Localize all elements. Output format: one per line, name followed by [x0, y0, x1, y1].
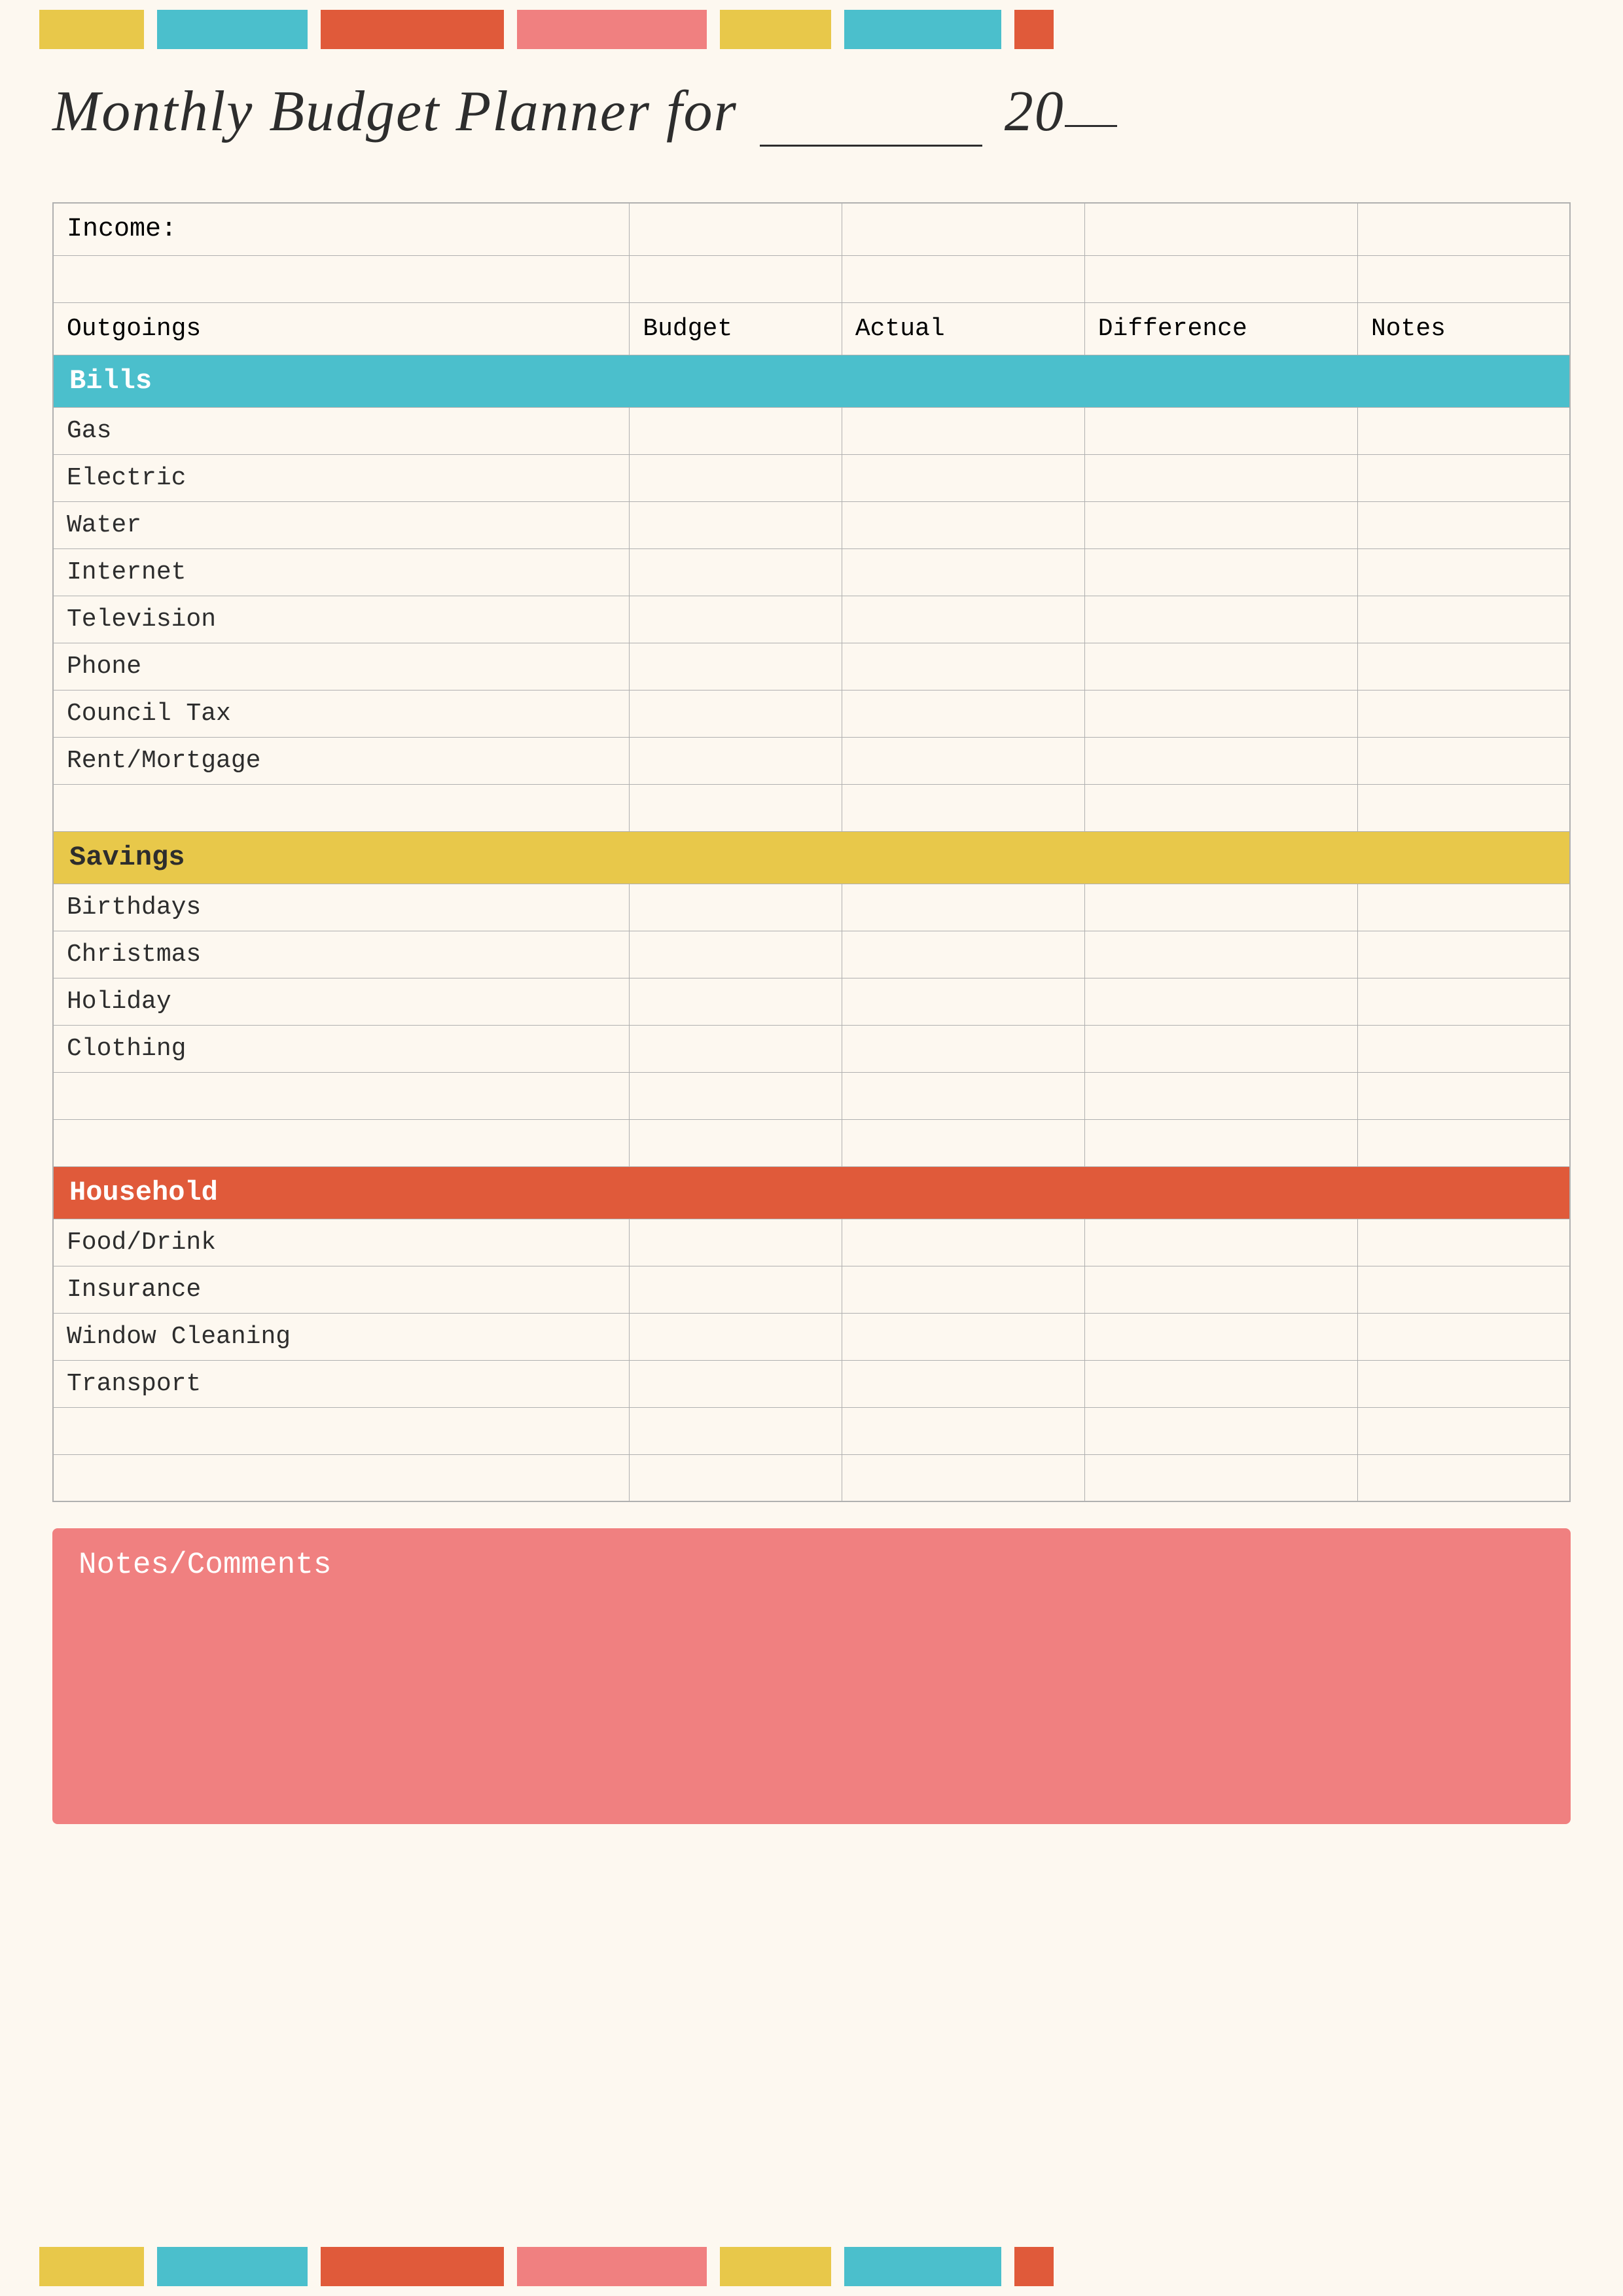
- table-row: Water: [53, 501, 1570, 548]
- bar-bottom-red-1: [321, 2247, 504, 2286]
- budget-table: Income: Outgoings Budget Actual Differen…: [52, 202, 1571, 1502]
- header-difference: Difference: [1084, 302, 1357, 355]
- title-blank-month: [760, 79, 982, 147]
- item-electric: Electric: [53, 454, 630, 501]
- blank-row-4: [53, 1119, 1570, 1166]
- income-budget: [630, 203, 842, 255]
- blank-row-6: [53, 1454, 1570, 1501]
- bottom-color-bar: [0, 2237, 1623, 2296]
- item-insurance: Insurance: [53, 1266, 630, 1313]
- income-difference: [1084, 203, 1357, 255]
- household-label: Household: [53, 1166, 1570, 1219]
- title-text-2: 20: [1005, 80, 1065, 143]
- notes-section: Notes/Comments: [52, 1528, 1571, 1824]
- bar-yellow-2: [720, 10, 831, 49]
- table-row: Electric: [53, 454, 1570, 501]
- bar-teal-2: [844, 10, 1001, 49]
- blank-row-5: [53, 1407, 1570, 1454]
- item-christmas: Christmas: [53, 931, 630, 978]
- item-television: Television: [53, 596, 630, 643]
- column-headers: Outgoings Budget Actual Difference Notes: [53, 302, 1570, 355]
- item-holiday: Holiday: [53, 978, 630, 1025]
- blank-row-3: [53, 1072, 1570, 1119]
- blank-row-1: [53, 255, 1570, 302]
- table-row: Transport: [53, 1360, 1570, 1407]
- item-food-drink: Food/Drink: [53, 1219, 630, 1266]
- top-color-bar: [0, 0, 1623, 59]
- bills-label: Bills: [53, 355, 1570, 407]
- table-row: Clothing: [53, 1025, 1570, 1072]
- bar-bottom-teal-1: [157, 2247, 308, 2286]
- title-year-blanks: [1065, 125, 1117, 127]
- bar-bottom-yellow-1: [39, 2247, 144, 2286]
- bar-bottom-pink-1: [517, 2247, 707, 2286]
- table-row: Food/Drink: [53, 1219, 1570, 1266]
- bar-yellow-1: [39, 10, 144, 49]
- table-row: Rent/Mortgage: [53, 737, 1570, 784]
- item-rent-mortgage: Rent/Mortgage: [53, 737, 630, 784]
- item-window-cleaning: Window Cleaning: [53, 1313, 630, 1360]
- header-actual: Actual: [842, 302, 1084, 355]
- item-transport: Transport: [53, 1360, 630, 1407]
- bar-bottom-red-2: [1014, 2247, 1054, 2286]
- table-row: Birthdays: [53, 884, 1570, 931]
- table-row: Window Cleaning: [53, 1313, 1570, 1360]
- header-notes: Notes: [1357, 302, 1570, 355]
- item-gas: Gas: [53, 407, 630, 454]
- item-water: Water: [53, 501, 630, 548]
- notes-content: [79, 1595, 1544, 1804]
- savings-label: Savings: [53, 831, 1570, 884]
- title-text-1: Monthly Budget Planner for: [52, 80, 738, 143]
- item-clothing: Clothing: [53, 1025, 630, 1072]
- bar-bottom-yellow-2: [720, 2247, 831, 2286]
- income-notes: [1357, 203, 1570, 255]
- bar-red-1: [321, 10, 504, 49]
- bar-pink-1: [517, 10, 707, 49]
- table-row: Phone: [53, 643, 1570, 690]
- blank-row-2: [53, 784, 1570, 831]
- bar-bottom-teal-2: [844, 2247, 1001, 2286]
- bar-teal-1: [157, 10, 308, 49]
- income-row: Income:: [53, 203, 1570, 255]
- header-outgoings: Outgoings: [53, 302, 630, 355]
- main-container: Income: Outgoings Budget Actual Differen…: [0, 202, 1623, 1824]
- table-row: Gas: [53, 407, 1570, 454]
- table-row: Holiday: [53, 978, 1570, 1025]
- item-council-tax: Council Tax: [53, 690, 630, 737]
- item-phone: Phone: [53, 643, 630, 690]
- item-birthdays: Birthdays: [53, 884, 630, 931]
- notes-title: Notes/Comments: [79, 1548, 1544, 1582]
- bar-red-2: [1014, 10, 1054, 49]
- bills-section-header: Bills: [53, 355, 1570, 407]
- item-internet: Internet: [53, 548, 630, 596]
- table-row: Television: [53, 596, 1570, 643]
- income-label: Income:: [53, 203, 630, 255]
- income-actual: [842, 203, 1084, 255]
- table-row: Council Tax: [53, 690, 1570, 737]
- table-row: Insurance: [53, 1266, 1570, 1313]
- table-row: Christmas: [53, 931, 1570, 978]
- table-row: Internet: [53, 548, 1570, 596]
- household-section-header: Household: [53, 1166, 1570, 1219]
- header-budget: Budget: [630, 302, 842, 355]
- savings-section-header: Savings: [53, 831, 1570, 884]
